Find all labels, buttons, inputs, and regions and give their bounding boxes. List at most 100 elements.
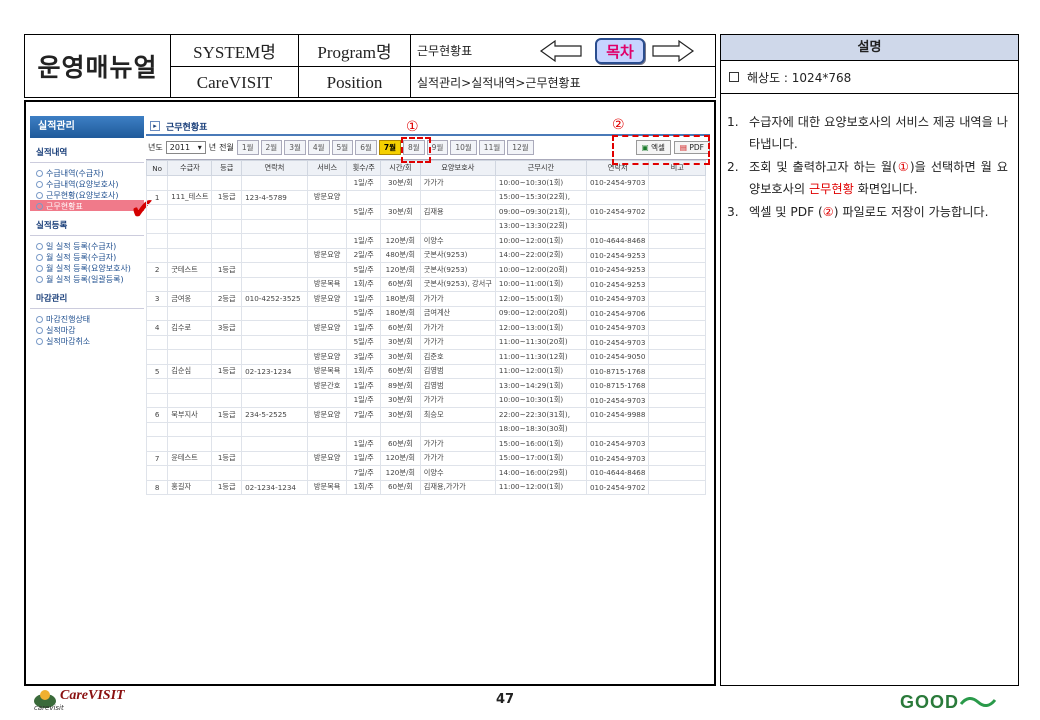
- table-cell: [648, 421, 706, 437]
- table-cell: 북부지사: [167, 407, 213, 423]
- table-cell: 010-2454-9253: [585, 276, 650, 292]
- table-row: 방문요양 3일/주 30분/회 김준호 11:00~11:30(12회) 010-2454…: [145, 349, 706, 365]
- work-status-table: No 수급자 등급 연락처 서비스 횟수/주 시간/회 요양보호사 근무시간 연락처 비고 1일/주…: [145, 160, 706, 495]
- table-cell: [306, 392, 348, 408]
- table-row: 방문간호 1일/주 89분/회 김영범 13:00~14:29(1회) 010-8715-…: [145, 378, 706, 394]
- nav-item[interactable]: 근무현황표: [30, 200, 144, 211]
- nav-item[interactable]: 수급내역(요양보호사): [30, 178, 144, 189]
- table-cell: [648, 291, 706, 307]
- table-cell: 60분/회: [379, 320, 421, 336]
- table-cell: [648, 175, 706, 191]
- table-cell: [241, 320, 308, 336]
- item-text: 수급자에 대한 요양보호사의 서비스 제공 내역을 나타냅니다.: [749, 115, 1008, 151]
- table-cell: 120분/회: [379, 450, 421, 466]
- program-name: 근무현황표: [417, 44, 473, 58]
- bullet-icon: [36, 265, 43, 272]
- month-button[interactable]: 3월: [284, 140, 306, 155]
- table-cell: [648, 276, 706, 292]
- month-button[interactable]: 11월: [478, 140, 506, 155]
- table-cell: 480분/회: [379, 247, 421, 263]
- table-cell: [648, 305, 706, 321]
- column-header: 수급자: [167, 160, 213, 176]
- nav-item[interactable]: 월 실적 등록(요양보호사): [30, 262, 144, 273]
- table-cell: 윤테스트: [167, 450, 213, 466]
- bullet-icon: [36, 243, 43, 250]
- page-number: 47: [496, 692, 515, 707]
- table-cell: [167, 276, 213, 292]
- table-cell: [241, 334, 308, 350]
- next-page-arrow-icon[interactable]: [651, 39, 695, 63]
- table-cell: [167, 247, 213, 263]
- table-cell: [211, 175, 243, 191]
- table-row: 4 김수로 3등급 방문요양 1일/주 60분/회 가가가 12:00~13:00(1회) 01…: [145, 320, 706, 336]
- table-cell: 30분/회: [379, 175, 421, 191]
- resolution-row: 해상도 : 1024*768: [721, 61, 1018, 94]
- table-cell: [211, 436, 243, 452]
- month-button[interactable]: 4월: [307, 140, 330, 155]
- table-cell: 가가가: [419, 291, 496, 307]
- table-cell: [167, 204, 213, 220]
- year-label: 년도: [148, 143, 163, 152]
- prev-page-arrow-icon[interactable]: [539, 39, 583, 63]
- month-button[interactable]: 12월: [507, 140, 534, 155]
- month-button[interactable]: 6월: [355, 140, 377, 155]
- nav-section-title: 실적등록: [30, 211, 144, 236]
- table-cell: 방문요양: [306, 407, 348, 423]
- table-cell: [419, 189, 496, 205]
- table-cell: [306, 204, 348, 220]
- table-cell: 010-2454-9703: [585, 334, 650, 350]
- table-cell: 15:00~15:30(22회),: [494, 189, 587, 205]
- table-cell: [145, 334, 169, 350]
- table-cell: [145, 465, 169, 481]
- table-cell: [241, 349, 308, 365]
- brand-text: GOOD: [900, 692, 960, 712]
- table-cell: 7: [145, 450, 169, 466]
- all-months-label[interactable]: 전월: [219, 142, 234, 153]
- month-button[interactable]: 2월: [260, 140, 283, 155]
- table-cell: 02-1234-1234: [241, 479, 308, 495]
- month-button[interactable]: 1월: [236, 140, 259, 155]
- table-cell: 방문목욕: [306, 479, 348, 495]
- nav-item[interactable]: 실적마감취소: [30, 335, 144, 346]
- table-cell: 010-8715-1768: [585, 363, 650, 379]
- month-button[interactable]: 5월: [331, 140, 354, 155]
- table-cell: 010-8715-1768: [585, 378, 650, 394]
- nav-item[interactable]: 마감진행상태: [30, 313, 144, 324]
- nav-item[interactable]: 월 실적 등록(일괄등록): [30, 273, 144, 284]
- table-cell: 3일/주: [346, 349, 381, 365]
- table-cell: [241, 247, 308, 263]
- table-cell: [211, 233, 243, 249]
- column-header: 근무시간: [494, 160, 587, 176]
- month-button[interactable]: 10월: [450, 140, 477, 155]
- nav-item[interactable]: 월 실적 등록(수급자): [30, 251, 144, 262]
- month-button[interactable]: 7월: [378, 140, 401, 155]
- table-cell: 010-2454-9703: [585, 450, 650, 466]
- table-cell: 김순심: [167, 363, 213, 379]
- table-cell: 1등급: [211, 363, 243, 379]
- column-header: 요양보호사: [419, 160, 496, 176]
- table-cell: 111_테스트: [167, 189, 213, 205]
- table-cell: 60분/회: [379, 436, 421, 452]
- nav-item[interactable]: 일 실적 등록(수급자): [30, 240, 144, 251]
- table-cell: [648, 378, 706, 394]
- table-cell: 1일/주: [346, 175, 381, 191]
- nav-item[interactable]: 실적마감: [30, 324, 144, 335]
- table-cell: [648, 450, 706, 466]
- item-number: 3.: [727, 205, 739, 219]
- table-cell: [648, 479, 706, 495]
- table-cell: [648, 349, 706, 365]
- nav-item[interactable]: 수급내역(수급자): [30, 167, 144, 178]
- system-name: CareVISIT: [171, 67, 299, 98]
- nav-item-label: 월 실적 등록(요양보호사): [46, 264, 131, 273]
- toc-button[interactable]: 목차: [595, 38, 645, 64]
- good-logo: GOOD: [900, 692, 1000, 714]
- nav-item-label: 월 실적 등록(일괄등록): [46, 275, 124, 284]
- table-cell: 010-2454-9050: [585, 349, 650, 365]
- nav-item[interactable]: 근무현황(요양보호사): [30, 189, 144, 200]
- year-select[interactable]: 2011 ▾: [165, 141, 206, 154]
- table-cell: [167, 421, 213, 437]
- table-cell: [145, 378, 169, 394]
- table-cell: 2등급: [211, 291, 243, 307]
- table-cell: [211, 349, 243, 365]
- item-text: 엑셀 및 PDF (②) 파일로도 저장이 가능합니다.: [749, 202, 989, 224]
